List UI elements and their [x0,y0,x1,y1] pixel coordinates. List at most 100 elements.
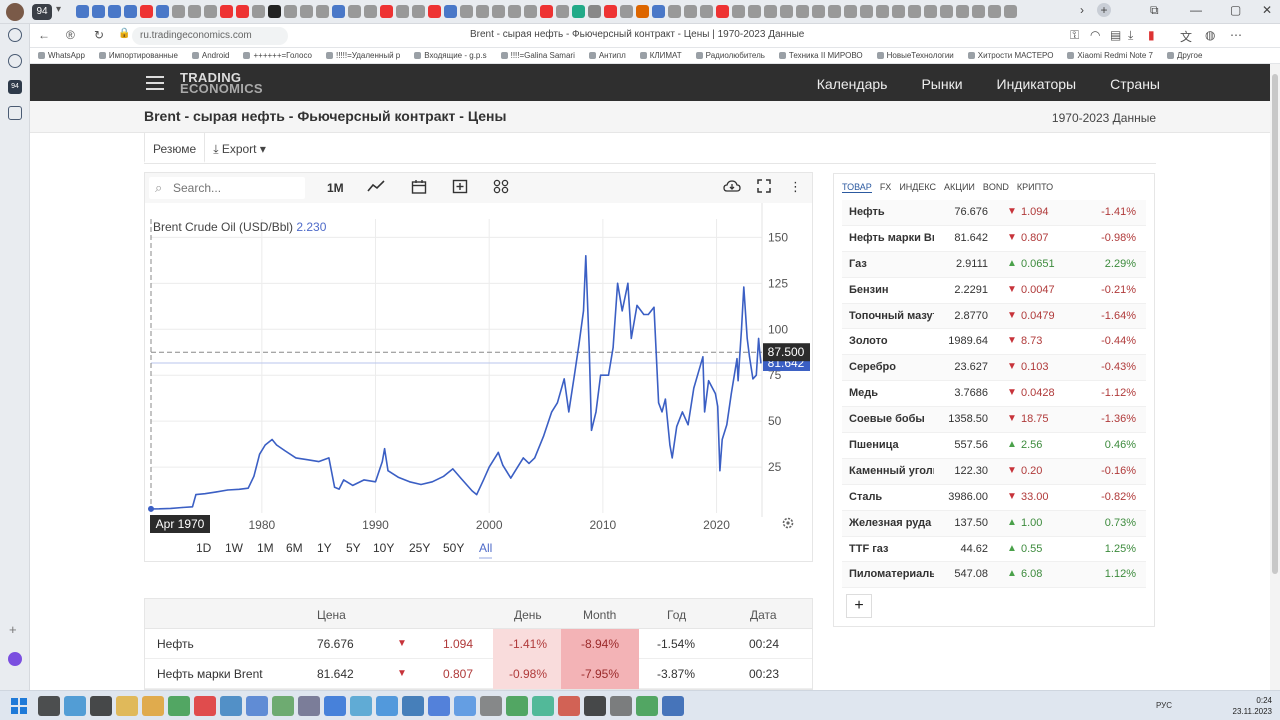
market-name[interactable]: Серебро [849,361,934,373]
browser-tab[interactable] [924,5,937,18]
browser-tab[interactable] [732,5,745,18]
market-tab[interactable]: КРИПТО [1017,182,1053,193]
taskbar-app-icon[interactable] [246,696,268,716]
bookmark-item[interactable]: НовыеТехнологии [876,51,954,60]
browser-tab[interactable] [236,5,249,18]
taskbar-app-icon[interactable] [376,696,398,716]
market-row[interactable]: Серебро 23.627 ▼ 0.103 -0.43% [842,355,1146,382]
close-window-icon[interactable]: ✕ [1262,3,1272,17]
browser-tab[interactable] [252,5,265,18]
tab-counter-badge[interactable]: 94 [32,4,52,20]
market-tab[interactable]: ИНДЕКС [899,182,936,193]
taskbar-app-icon[interactable] [220,696,242,716]
taskbar-app-icon[interactable] [116,696,138,716]
browser-tab[interactable] [220,5,233,18]
bookmark-item[interactable]: ++++++=Голосо [243,51,312,60]
range-button[interactable]: 1M [257,541,274,555]
interval-button[interactable]: 1M [327,181,344,195]
browser-tab[interactable] [972,5,985,18]
taskbar-app-icon[interactable] [324,696,346,716]
taskbar-app-icon[interactable] [454,696,476,716]
extensions-icon[interactable]: ⋯ [1230,28,1242,42]
range-button[interactable]: 1Y [317,541,332,555]
market-row[interactable]: Газ 2.9111 ▲ 0.0651 2.29% [842,251,1146,278]
chart-settings-icon[interactable] [782,517,794,529]
browser-tab[interactable] [572,5,585,18]
hamburger-menu-icon[interactable] [146,76,164,90]
table-row[interactable]: Нефть марки Brent 81.642 ▼ 0.807 -0.98% -7.95… [145,659,812,689]
browser-tab[interactable] [396,5,409,18]
browser-tab[interactable] [508,5,521,18]
bookmark-item[interactable]: WhatsApp [38,51,85,60]
back-icon[interactable]: ← [38,28,50,42]
maximize-window-icon[interactable]: ▢ [1230,3,1241,17]
browser-tab[interactable] [76,5,89,18]
browser-tab[interactable] [156,5,169,18]
add-indicator-icon[interactable] [452,179,468,197]
browser-tab[interactable] [524,5,537,18]
bookmark-item[interactable]: Импортированные [98,51,178,60]
market-name[interactable]: Нефть [849,206,934,218]
bookmark-item[interactable]: Android [191,51,229,60]
page-icon[interactable]: ▤ [1110,28,1121,42]
browser-tab[interactable] [748,5,761,18]
tabs-count-icon[interactable]: 94 [8,80,22,94]
browser-tab[interactable] [140,5,153,18]
chart-search[interactable]: ⌕ [149,177,305,199]
market-name[interactable]: Бензин [849,284,934,296]
browser-tab[interactable] [844,5,857,18]
market-tab[interactable]: ТОВАР [842,182,872,193]
market-name[interactable]: Нефть марки Brent [849,232,934,244]
taskbar-app-icon[interactable] [402,696,424,716]
browser-tab[interactable] [764,5,777,18]
range-button[interactable]: 1D [196,541,211,555]
bookmark-item[interactable]: Радиолюбитель [695,51,765,60]
market-row[interactable]: Бензин 2.2291 ▼ 0.0047 -0.21% [842,278,1146,304]
market-tab[interactable]: АКЦИИ [944,182,975,193]
url-input[interactable]: ru.tradingeconomics.com [132,27,288,45]
market-row[interactable]: Пшеница 557.56 ▲ 2.56 0.46% [842,433,1146,459]
globe-icon[interactable]: ◍ [1205,28,1215,42]
market-row[interactable]: TTF газ 44.62 ▲ 0.55 1.25% [842,537,1146,563]
add-market-button[interactable]: + [846,594,872,618]
taskbar-app-icon[interactable] [64,696,86,716]
range-button[interactable]: 1W [225,541,243,555]
market-name[interactable]: Пшеница [849,439,934,451]
taskbar-app-icon[interactable] [506,696,528,716]
taskbar-app-icon[interactable] [532,696,554,716]
browser-tab[interactable] [348,5,361,18]
market-name[interactable]: Железная руда [849,517,934,529]
taskbar-app-icon[interactable] [480,696,502,716]
taskbar-app-icon[interactable] [584,696,606,716]
market-row[interactable]: Железная руда 137.50 ▲ 1.00 0.73% [842,510,1146,537]
calendar-icon[interactable] [411,179,427,197]
add-icon[interactable]: + [9,622,17,637]
range-button[interactable]: 25Y [409,541,430,555]
market-tab[interactable]: BOND [983,182,1009,193]
taskbar-app-icon[interactable] [298,696,320,716]
browser-tab[interactable] [988,5,1001,18]
market-name[interactable]: TTF газ [849,543,934,555]
market-row[interactable]: Нефть марки Brent 81.642 ▼ 0.807 -0.98% [842,226,1146,252]
browser-tab[interactable] [492,5,505,18]
market-row[interactable]: Соевые бобы 1358.50 ▼ 18.75 -1.36% [842,407,1146,434]
scrollbar-thumb[interactable] [1272,74,1278,574]
range-button[interactable]: All [479,541,493,559]
browser-tab[interactable] [268,5,281,18]
taskbar-app-icon[interactable] [558,696,580,716]
taskbar-app-icon[interactable] [610,696,632,716]
browser-tab[interactable] [556,5,569,18]
browser-tab[interactable] [444,5,457,18]
browser-tab[interactable] [380,5,393,18]
table-row[interactable]: Нефть 76.676 ▼ 1.094 -1.41% -8.94% -1.54% 00:24 [145,629,812,659]
browser-tab[interactable] [1004,5,1017,18]
bookmark-item[interactable]: Xiaomi Redmi Note 7 [1067,51,1153,60]
menu-markets[interactable]: Рынки [921,76,962,92]
taskbar-app-icon[interactable] [90,696,112,716]
browser-tab[interactable] [428,5,441,18]
site-logo[interactable]: TRADING ECONOMICS [180,71,263,95]
bookmark-item[interactable]: Техника II МИРОВО [778,51,863,60]
chart-type-icon[interactable] [367,179,385,196]
browser-tab[interactable] [364,5,377,18]
browser-tab[interactable] [652,5,665,18]
